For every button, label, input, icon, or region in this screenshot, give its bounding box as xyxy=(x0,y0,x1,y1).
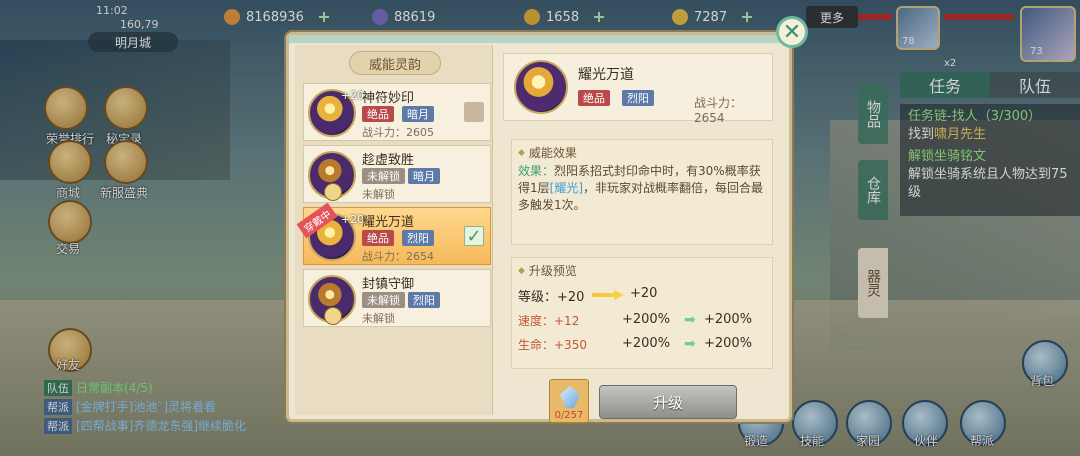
spirit-power: 战斗力：2605 xyxy=(362,126,434,139)
spirit-list-panel: 威能灵韵 +20 神符妙印 绝品 暗月 战斗力：2605 趁虚致胜 未解锁 暗月… xyxy=(295,45,493,415)
speed-label: 速度：+12 xyxy=(518,314,580,328)
spirit-status: 未解锁 xyxy=(362,188,395,201)
spirit-item-shenfu[interactable]: +20 神符妙印 绝品 暗月 战斗力：2605 xyxy=(303,83,491,141)
spirit-name: 封镇守御 xyxy=(362,277,415,292)
lock-icon xyxy=(324,183,342,201)
spirit-level: +20 xyxy=(340,89,364,102)
crystal-gem-icon xyxy=(560,386,580,408)
lock-icon xyxy=(324,307,342,325)
detail-name: 耀光万道 xyxy=(578,67,634,83)
grade-badge: 未解锁 xyxy=(362,168,405,184)
element-badge: 烈阳 xyxy=(402,230,434,246)
spirit-item-fengzhen[interactable]: 封镇守御 未解锁 烈阳 未解锁 xyxy=(303,269,491,327)
spirit-list-title: 威能灵韵 xyxy=(349,51,441,75)
spirit-item-chenxu[interactable]: 趁虚致胜 未解锁 暗月 未解锁 xyxy=(303,145,491,203)
detail-element-badge: 烈阳 xyxy=(622,90,654,106)
effect-section: 威能效果 效果：烈阳系招式封印命中时，有30%概率获得1层[耀光]，非玩家对战概… xyxy=(511,139,773,245)
element-badge: 烈阳 xyxy=(408,292,440,308)
spirit-name: 神符妙印 xyxy=(362,91,415,106)
close-icon[interactable]: ✕ xyxy=(776,16,808,48)
grade-badge: 绝品 xyxy=(362,230,394,246)
life-label: 生命：+350 xyxy=(518,338,587,352)
upgrade-button[interactable]: 升级 xyxy=(599,385,737,419)
arrow-right-icon: ➡ xyxy=(684,336,696,352)
detail-grade-badge: 绝品 xyxy=(578,90,610,106)
speed-from: +200% xyxy=(622,312,671,327)
effect-title: 威能效果 xyxy=(518,144,766,161)
life-to: +200% xyxy=(704,336,753,351)
arrow-right-icon: ➡ xyxy=(684,312,696,328)
spirit-modal: 威能灵韵 +20 神符妙印 绝品 暗月 战斗力：2605 趁虚致胜 未解锁 暗月… xyxy=(286,32,792,423)
element-badge: 暗月 xyxy=(402,106,434,122)
grade-badge: 绝品 xyxy=(362,106,394,122)
life-from: +200% xyxy=(622,336,671,351)
spirit-name: 耀光万道 xyxy=(362,215,415,230)
arrow-right-icon xyxy=(592,290,624,300)
modal-header-strip xyxy=(289,35,789,43)
detail-header: 耀光万道 绝品 烈阳 战斗力：2654 xyxy=(503,53,773,125)
guard-orb-icon xyxy=(308,275,356,325)
spirit-status: 未解锁 xyxy=(362,312,395,325)
detail-power: 战斗力：2654 xyxy=(694,96,743,125)
sun-orb-icon xyxy=(514,60,568,114)
speed-to: +200% xyxy=(704,312,753,327)
grade-badge: 未解锁 xyxy=(362,292,405,308)
level-next: +20 xyxy=(630,286,658,301)
spirit-level: +20 xyxy=(340,213,364,226)
effect-description: 效果：烈阳系招式封印命中时，有30%概率获得1层[耀光]，非玩家对战概率翻倍，每… xyxy=(518,163,766,214)
upgrade-material-slot[interactable]: 0/257 xyxy=(549,379,589,423)
equip-checkbox[interactable] xyxy=(464,102,484,122)
spirit-detail-panel: 耀光万道 绝品 烈阳 战斗力：2654 威能效果 效果：烈阳系招式封印命中时，有… xyxy=(503,49,785,423)
material-count: 0/257 xyxy=(554,410,584,421)
element-badge: 暗月 xyxy=(408,168,440,184)
upgrade-title: 升级预览 xyxy=(518,262,766,279)
spirit-item-yaoguang[interactable]: +20 穿戴中 耀光万道 绝品 烈阳 战斗力：2654 ✓ xyxy=(296,202,491,265)
check-icon[interactable]: ✓ xyxy=(464,226,484,247)
spirit-power: 战斗力：2654 xyxy=(362,250,434,263)
upgrade-preview-section: 升级预览 等级：+20 +20 速度：+12 +200% ➡ +200% 生命：… xyxy=(511,257,773,369)
level-current: 等级：+20 xyxy=(518,290,585,305)
effect-highlight: [耀光] xyxy=(549,181,584,195)
rune-seal-icon: +20 xyxy=(308,89,364,137)
effect-keyword: 效果： xyxy=(518,164,555,178)
spirit-name: 趁虚致胜 xyxy=(362,153,415,168)
moon-orb-icon xyxy=(308,151,356,201)
